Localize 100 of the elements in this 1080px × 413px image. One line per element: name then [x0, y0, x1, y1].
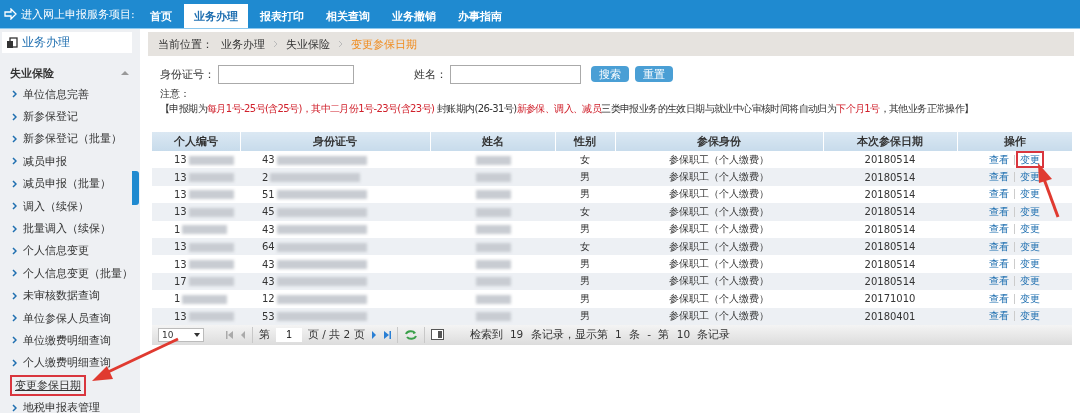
redaction-mark — [476, 190, 511, 200]
table-cell: 女 — [580, 205, 590, 217]
table-cell: 20180514 — [864, 223, 916, 235]
divider-icon — [1014, 293, 1015, 304]
menu-item[interactable]: 减员申报（批量） — [20, 175, 114, 193]
chevron-icon — [12, 112, 17, 121]
menu-item[interactable]: 批量调入（续保） — [20, 220, 114, 238]
action-link[interactable]: 查看 — [987, 257, 1011, 271]
table-cell: 43 — [262, 223, 275, 235]
action-link[interactable]: 查看 — [987, 204, 1011, 218]
table-cell: 2 — [262, 171, 269, 183]
table-cell: 男 — [580, 258, 590, 270]
menu-item[interactable]: 个人信息变更（批量） — [20, 264, 136, 282]
input-field[interactable] — [218, 64, 354, 84]
page-input[interactable]: 1 — [276, 327, 302, 342]
page-size-select[interactable]: 10 — [158, 327, 204, 342]
pager-label: 第 — [259, 327, 270, 342]
menu-item[interactable]: 新参保登记（批量） — [20, 130, 125, 148]
table-cell: 43 — [262, 258, 275, 270]
menu-item[interactable]: 单位信息完善 — [20, 85, 92, 103]
nav-tab[interactable]: 报表打印 — [250, 4, 314, 28]
table-cell: 20180401 — [864, 310, 916, 322]
table-cell: 13 — [174, 154, 187, 166]
menu-item[interactable]: 地税申报表管理 — [20, 399, 103, 413]
next-page-icon — [370, 329, 377, 340]
annotation-arrow — [1038, 163, 1060, 218]
divider-icon — [1014, 311, 1015, 322]
header-label: 业务办理 — [22, 35, 70, 50]
menu-item[interactable]: 个人缴费明细查询 — [20, 354, 114, 372]
breadcrumb-item[interactable]: 业务办理 — [221, 36, 265, 52]
action-link[interactable]: 查看 — [987, 291, 1011, 305]
table-cell: 17 — [174, 275, 187, 287]
divider-icon — [1014, 172, 1015, 183]
redaction-mark — [476, 277, 511, 287]
refresh-icon — [403, 328, 418, 341]
chevron-icon — [12, 224, 17, 233]
table-cell: 51 — [262, 188, 275, 200]
table-cell: 参保职工（个人缴费） — [669, 275, 769, 287]
column-header: 个人编号 — [152, 132, 240, 151]
action-link[interactable]: 变更 — [1018, 239, 1042, 253]
notice-text: 【申报期为每月1号-25号(含25号)，其中二月份1号-23号(含23号) 封账期内(26-31号)新参保、调入、减员三类申报业务的生效日期与就业中心审核时间将自动归为下个月1号，其他业务正常操作】 — [160, 102, 975, 116]
redaction-mark — [476, 207, 511, 217]
chevron-icon — [12, 134, 17, 143]
menu-item[interactable]: 变更参保日期 — [12, 376, 84, 394]
table-cell: 12 — [262, 293, 275, 305]
action-link[interactable]: 查看 — [987, 187, 1011, 201]
menu-item[interactable]: 调入（续保） — [20, 197, 92, 215]
action-link[interactable]: 变更 — [1018, 257, 1042, 271]
input-field[interactable] — [450, 64, 581, 84]
action-link[interactable]: 变更 — [1018, 204, 1042, 218]
action-link[interactable]: 变更 — [1018, 309, 1042, 323]
breadcrumb-item: 变更参保日期 — [351, 36, 417, 52]
action-link[interactable]: 变更 — [1018, 170, 1042, 184]
table-cell: 参保职工（个人缴费） — [669, 223, 769, 235]
table-cell: 45 — [262, 206, 275, 218]
breadcrumb-item[interactable]: 失业保险 — [286, 36, 330, 52]
action-link[interactable]: 查看 — [987, 309, 1011, 323]
nav-title: 进入网上申报服务项目: — [21, 6, 135, 22]
action-link[interactable]: 变更 — [1018, 152, 1042, 166]
redaction-mark — [476, 155, 511, 165]
action-link[interactable]: 查看 — [987, 170, 1011, 184]
action-link[interactable]: 变更 — [1018, 291, 1042, 305]
section-title[interactable]: 失业保险 — [10, 65, 54, 81]
search-form-button[interactable]: 搜索 — [591, 66, 629, 82]
menu-item[interactable]: 未审核数据查询 — [20, 287, 103, 305]
action-link[interactable]: 变更 — [1018, 222, 1042, 236]
menu-item[interactable]: 单位缴费明细查询 — [20, 332, 114, 349]
action-link[interactable]: 查看 — [987, 152, 1011, 166]
action-link[interactable]: 查看 — [987, 239, 1011, 253]
menu-item[interactable]: 减员申报 — [20, 152, 70, 170]
table-cell: 13 — [174, 310, 187, 322]
table-cell: 20180514 — [864, 154, 916, 166]
chevron-icon — [12, 291, 17, 300]
table-cell: 参保职工（个人缴费） — [669, 153, 769, 165]
search-form-button[interactable]: 重置 — [635, 66, 673, 82]
divider-icon — [1014, 276, 1015, 287]
action-link[interactable]: 查看 — [987, 274, 1011, 288]
table-cell: 参保职工（个人缴费） — [669, 292, 769, 304]
action-link[interactable]: 变更 — [1018, 274, 1042, 288]
nav-tab[interactable]: 相关查询 — [316, 4, 380, 28]
divider-icon — [1014, 154, 1015, 165]
redaction-mark — [182, 294, 228, 304]
nav-tab[interactable]: 业务撤销 — [382, 4, 446, 28]
table-cell: 参保职工（个人缴费） — [669, 240, 769, 252]
chevron-icon — [273, 40, 278, 48]
table-cell: 43 — [262, 154, 275, 166]
table-cell: 参保职工（个人缴费） — [669, 258, 769, 270]
nav-tab[interactable]: 首页 — [140, 4, 182, 28]
redaction-mark — [476, 225, 511, 235]
collapse-handle[interactable] — [132, 171, 139, 205]
table-cell: 男 — [580, 223, 590, 235]
menu-item[interactable]: 个人信息变更 — [20, 242, 92, 260]
redaction-mark — [188, 260, 234, 270]
action-link[interactable]: 变更 — [1018, 187, 1042, 201]
nav-tab[interactable]: 办事指南 — [448, 4, 512, 28]
menu-item[interactable]: 单位参保人员查询 — [20, 309, 114, 327]
menu-item[interactable]: 新参保登记 — [20, 108, 81, 126]
action-link[interactable]: 查看 — [987, 222, 1011, 236]
nav-tab[interactable]: 业务办理 — [184, 4, 248, 28]
redaction-mark — [188, 155, 234, 165]
